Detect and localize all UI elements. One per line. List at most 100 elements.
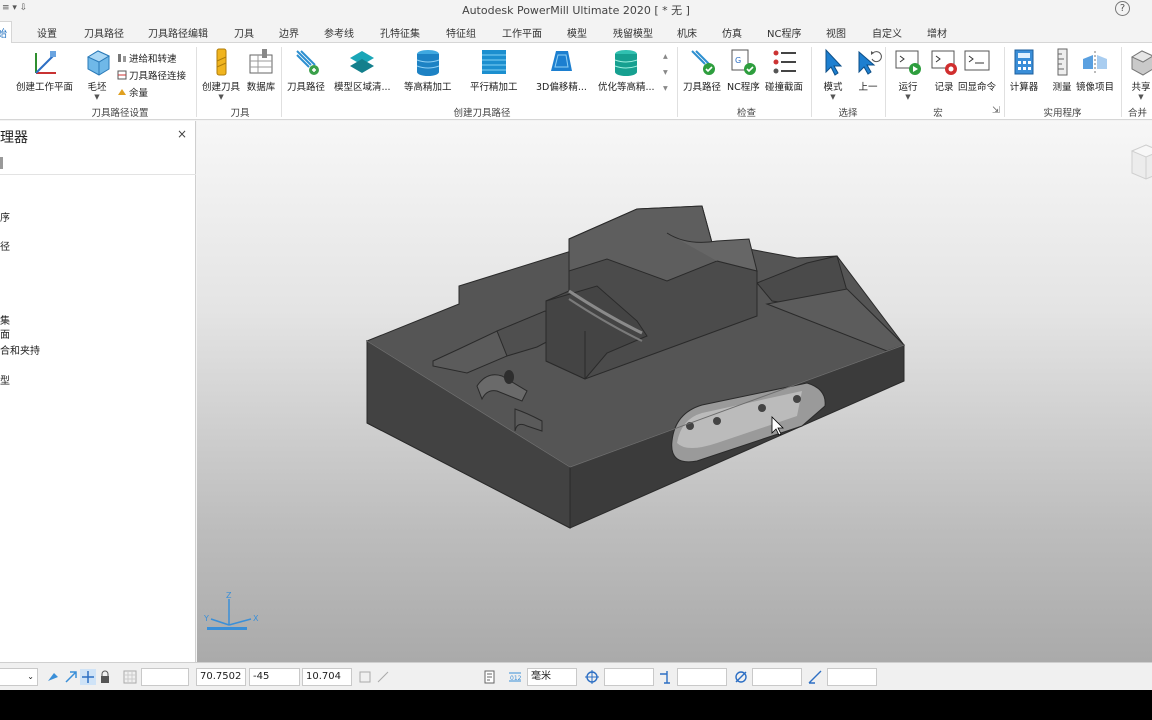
tab-pattern[interactable]: 参考线 [324, 25, 354, 40]
tab-simulation[interactable]: 仿真 [722, 25, 742, 40]
target-icon[interactable] [584, 669, 600, 685]
constant-z-finish-button[interactable]: 等高精加工 [404, 47, 452, 93]
ribbon-tabs: 开始 设置 刀具路径 刀具路径编辑 刀具 边界 参考线 孔特征集 特征组 工作平… [0, 21, 1152, 44]
run-macro-label: 运行 [898, 82, 918, 93]
tree-item-levels-and-sets[interactable]: 合和夹持 [0, 342, 40, 357]
offset-3d-button[interactable]: 3D偏移精... [536, 47, 587, 93]
tool-axis-icon[interactable] [658, 669, 674, 685]
tab-boundary[interactable]: 边界 [279, 25, 299, 40]
gallery-expand[interactable]: ▾ [663, 83, 668, 94]
tab-additive[interactable]: 增材 [927, 25, 947, 40]
stepover-icon[interactable] [807, 669, 823, 685]
model-area-clearance-button[interactable]: 模型区域清... [334, 47, 391, 93]
tab-home[interactable]: 开始 [0, 21, 12, 44]
tool-length-field[interactable] [677, 668, 727, 686]
select-mode-button[interactable]: 模式 ▼ [818, 47, 848, 101]
tab-tool[interactable]: 刀具 [234, 25, 254, 40]
tab-model[interactable]: 模型 [567, 25, 587, 40]
snap-icon[interactable] [63, 669, 79, 685]
tree-item-workplanes[interactable]: 面 [0, 326, 10, 341]
database-button[interactable]: 数据库 [246, 47, 276, 93]
measure-button[interactable]: 测量 [1047, 47, 1077, 93]
optimised-constant-z-button[interactable]: 优化等高精... [598, 47, 655, 93]
tree-item-nc-programs[interactable]: 序 [0, 209, 10, 224]
status-empty-field[interactable] [141, 668, 189, 686]
echo-commands-button[interactable]: 回显命令 [958, 47, 996, 93]
x-coordinate-field[interactable]: 70.7502 [196, 668, 246, 686]
diameter-field[interactable] [752, 668, 802, 686]
toolpaths-label: 刀具路径 [287, 82, 326, 93]
gallery-scroll-down[interactable]: ▾ [663, 67, 668, 78]
select-previous-button[interactable]: 上一 [853, 47, 883, 93]
macro-run-button[interactable]: 运行 ▼ [893, 47, 923, 101]
mirror-button[interactable]: 镜像项目 [1076, 47, 1114, 93]
check-nc-program-button[interactable]: G NC程序 [727, 47, 760, 93]
calculator-button[interactable]: 计算器 [1009, 47, 1039, 93]
tab-hole-features[interactable]: 孔特征集 [380, 25, 420, 40]
raster-finish-button[interactable]: 平行精加工 [470, 47, 518, 93]
feeds-speeds-button[interactable]: 进给和转速 [117, 51, 177, 65]
z-coordinate-field[interactable]: 10.704 [302, 668, 352, 686]
thickness-button[interactable]: 余量 [117, 85, 148, 99]
collision-section-icon [773, 50, 796, 74]
block-button[interactable]: 毛坯 ▼ [82, 47, 112, 101]
tab-stock-model[interactable]: 残留模型 [613, 25, 653, 40]
tab-setup[interactable]: 设置 [37, 25, 57, 40]
part-model[interactable] [197, 121, 1152, 662]
tab-toolpath-edit[interactable]: 刀具路径编辑 [148, 25, 208, 40]
chevron-down-icon: ▼ [94, 93, 100, 101]
collision-section-label: 碰撞截面 [765, 82, 804, 93]
create-workplane-label: 创建工作平面 [16, 82, 74, 93]
tab-nc-program[interactable]: NC程序 [767, 25, 801, 40]
tab-view[interactable]: 视图 [826, 25, 846, 40]
grid-icon[interactable] [122, 669, 138, 685]
axis-triad: Z X Y [203, 591, 259, 630]
y-coordinate-field[interactable]: -45 [249, 668, 300, 686]
units-field[interactable]: 毫米 [527, 668, 577, 686]
stepover-field[interactable] [827, 668, 877, 686]
thickness-label: 余量 [129, 88, 149, 99]
lock-icon[interactable] [97, 669, 113, 685]
units-icon[interactable] [482, 669, 498, 685]
tolerance-icon[interactable]: 012 [507, 669, 523, 685]
tab-customize[interactable]: 自定义 [872, 25, 902, 40]
graphics-viewport[interactable]: Z X Y [197, 121, 1152, 662]
create-workplane-button[interactable]: 创建工作平面 [16, 47, 73, 93]
mirror-label: 镜像项目 [1076, 82, 1115, 93]
macro-record-button[interactable]: 记录 [929, 47, 959, 93]
check-toolpath-icon [691, 50, 715, 75]
tree-item-models[interactable]: 型 [0, 372, 10, 387]
calculator-icon [1014, 49, 1034, 75]
close-icon[interactable]: × [177, 127, 187, 141]
offset-3d-icon [551, 51, 573, 71]
gallery-scroll-up[interactable]: ▴ [663, 51, 668, 62]
explorer-panel: 理器 × 序 径 集 面 合和夹持 型 [0, 121, 196, 662]
diameter-icon[interactable] [733, 669, 749, 685]
help-icon[interactable]: ? [1115, 1, 1130, 16]
tree-item-toolpaths[interactable]: 径 [0, 238, 10, 253]
workplane-toggle-icon[interactable] [357, 669, 373, 685]
explorer-toolbar-icon[interactable] [0, 157, 3, 169]
collision-section-button[interactable]: 碰撞截面 [765, 47, 803, 93]
relative-coordinates-icon[interactable] [375, 669, 391, 685]
window-title: Autodesk PowerMill Ultimate 2020 [ * 无 ] [462, 4, 690, 17]
check-toolpath-button[interactable]: 刀具路径 [683, 47, 721, 93]
toolpaths-button[interactable]: 刀具路径 [287, 47, 325, 93]
tab-toolpaths[interactable]: 刀具路径 [84, 25, 124, 40]
tab-workplane[interactable]: 工作平面 [502, 25, 542, 40]
tool-diameter-field[interactable] [604, 668, 654, 686]
thickness-icon [118, 89, 126, 95]
dialog-launcher-icon[interactable]: ⇲ [992, 105, 1000, 116]
select-filter-icon[interactable] [45, 669, 61, 685]
tab-machine[interactable]: 机床 [677, 25, 697, 40]
toolpath-connections-button[interactable]: 刀具路径连接 [117, 68, 186, 82]
create-tool-button[interactable]: 创建刀具 ▼ [202, 47, 240, 101]
level-selector[interactable]: ⌄ [0, 668, 38, 686]
tree-item-feature-sets[interactable]: 集 [0, 312, 10, 327]
grid-snap-icon[interactable] [80, 669, 96, 685]
tab-feature-groups[interactable]: 特征组 [446, 25, 476, 40]
connections-icon [117, 70, 127, 80]
view-cube[interactable] [1126, 143, 1152, 183]
raster-label: 平行精加工 [470, 82, 518, 93]
share-button[interactable]: 共享 ▼ [1126, 47, 1152, 101]
